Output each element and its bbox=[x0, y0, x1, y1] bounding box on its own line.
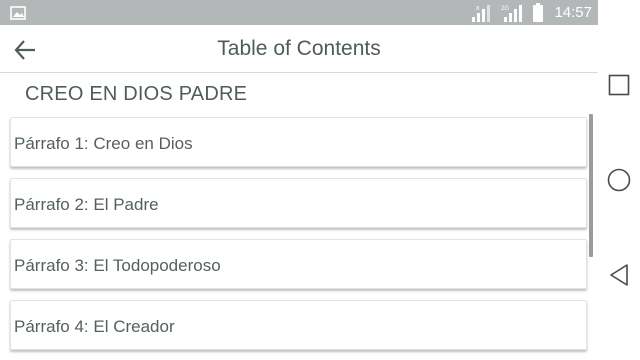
status-bar: x 2G 14:57 bbox=[0, 0, 598, 25]
app-bar: Table of Contents bbox=[0, 25, 598, 73]
list-item[interactable]: Párrafo 3: El Todopoderoso bbox=[10, 239, 587, 289]
network-type-label: 2G bbox=[501, 6, 509, 12]
list-item-label: Párrafo 2: El Padre bbox=[14, 195, 159, 214]
list-item-label: Párrafo 1: Creo en Dios bbox=[14, 134, 193, 153]
status-time: 14:57 bbox=[554, 4, 592, 21]
home-icon bbox=[607, 168, 631, 192]
image-notification-icon bbox=[10, 5, 26, 20]
back-icon bbox=[608, 263, 630, 287]
signal-2g-icon: 2G bbox=[500, 3, 526, 23]
battery-icon bbox=[532, 2, 544, 23]
signal-no-sim-icon: x bbox=[470, 3, 494, 23]
back-nav-button[interactable] bbox=[598, 255, 640, 295]
page-title: Table of Contents bbox=[217, 37, 381, 60]
svg-text:x: x bbox=[476, 5, 480, 12]
list-item-label: Párrafo 3: El Todopoderoso bbox=[14, 256, 221, 275]
list-item[interactable]: Párrafo 1: Creo en Dios bbox=[10, 117, 587, 167]
recent-apps-icon bbox=[608, 74, 630, 96]
list-item-label: Párrafo 4: El Creador bbox=[14, 317, 175, 336]
content-area: CREO EN DIOS PADRE Párrafo 1: Creo en Di… bbox=[0, 74, 598, 360]
list-item[interactable]: Párrafo 4: El Creador bbox=[10, 300, 587, 350]
scrollbar[interactable] bbox=[589, 114, 593, 257]
navigation-bar bbox=[598, 0, 640, 360]
home-button[interactable] bbox=[598, 160, 640, 200]
recent-apps-button[interactable] bbox=[598, 65, 640, 105]
section-heading: CREO EN DIOS PADRE bbox=[25, 83, 248, 105]
list-item[interactable]: Párrafo 2: El Padre bbox=[10, 178, 587, 228]
